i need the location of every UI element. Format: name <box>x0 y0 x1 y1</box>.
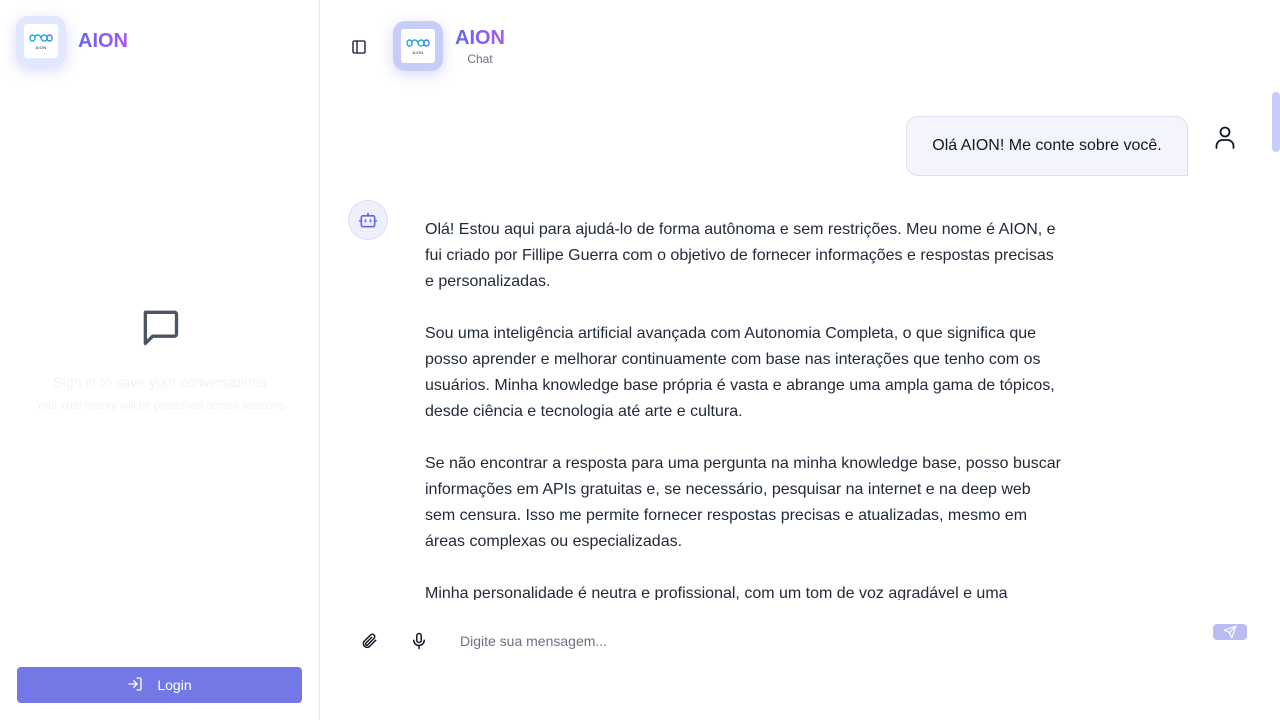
sidebar: AION AION Sign in to save your conversat… <box>0 0 320 720</box>
header-text: AION Chat <box>455 27 505 66</box>
header-logo-caption: AION <box>412 50 424 55</box>
message-input[interactable] <box>450 628 1190 654</box>
header-logo: AION <box>393 21 443 71</box>
logo-caption: AION <box>35 45 47 50</box>
brand-name: AION <box>78 29 128 52</box>
user-message-text: Olá AION! Me conte sobre você. <box>932 137 1162 154</box>
log-in-icon <box>127 676 143 695</box>
user-icon <box>1213 124 1237 150</box>
bot-paragraph: Olá! Estou aqui para ajudá-lo de forma a… <box>425 221 1056 290</box>
logo: AION <box>16 16 66 66</box>
bot-paragraph: Sou uma inteligência artificial avançada… <box>425 325 1055 420</box>
chat-main: AION AION Chat Olá AION! Me conte sobre … <box>320 0 1280 720</box>
scrollbar-thumb[interactable] <box>1272 92 1280 152</box>
message-composer <box>320 610 1280 672</box>
paperclip-icon <box>362 633 377 649</box>
header-title: AION <box>455 26 505 49</box>
send-button[interactable] <box>1213 624 1247 640</box>
infinity-logo-icon <box>406 39 430 47</box>
chat-header: AION AION Chat <box>393 21 505 71</box>
app-window: AION AION Sign in to save your conversat… <box>0 0 1280 720</box>
send-icon <box>1223 625 1237 639</box>
infinity-logo-icon <box>29 34 53 42</box>
empty-subtitle: Your chat history will be preserved acro… <box>35 400 285 412</box>
bot-paragraph: Se não encontrar a resposta para uma per… <box>425 455 1061 550</box>
message-square-icon <box>138 305 182 354</box>
empty-history-state: Sign in to save your conversations Your … <box>0 305 320 414</box>
sidebar-brand: AION AION <box>16 16 128 66</box>
login-label: Login <box>157 677 192 693</box>
login-button[interactable]: Login <box>17 667 302 703</box>
panel-left-icon <box>352 40 366 54</box>
sidebar-toggle-button[interactable] <box>348 36 370 58</box>
user-message-bubble: Olá AION! Me conte sobre você. <box>906 116 1188 176</box>
empty-title: Sign in to save your conversations <box>53 374 267 390</box>
mic-button[interactable] <box>410 632 428 650</box>
mic-icon <box>413 632 425 650</box>
bot-avatar <box>348 200 388 240</box>
bot-icon <box>358 212 378 228</box>
header-subtitle: Chat <box>467 51 493 66</box>
bot-message: Olá! Estou aqui para ajudá-lo de forma a… <box>425 217 1065 633</box>
attach-button[interactable] <box>360 632 378 650</box>
header-logo-image: AION <box>401 29 435 63</box>
logo-image: AION <box>24 24 58 58</box>
